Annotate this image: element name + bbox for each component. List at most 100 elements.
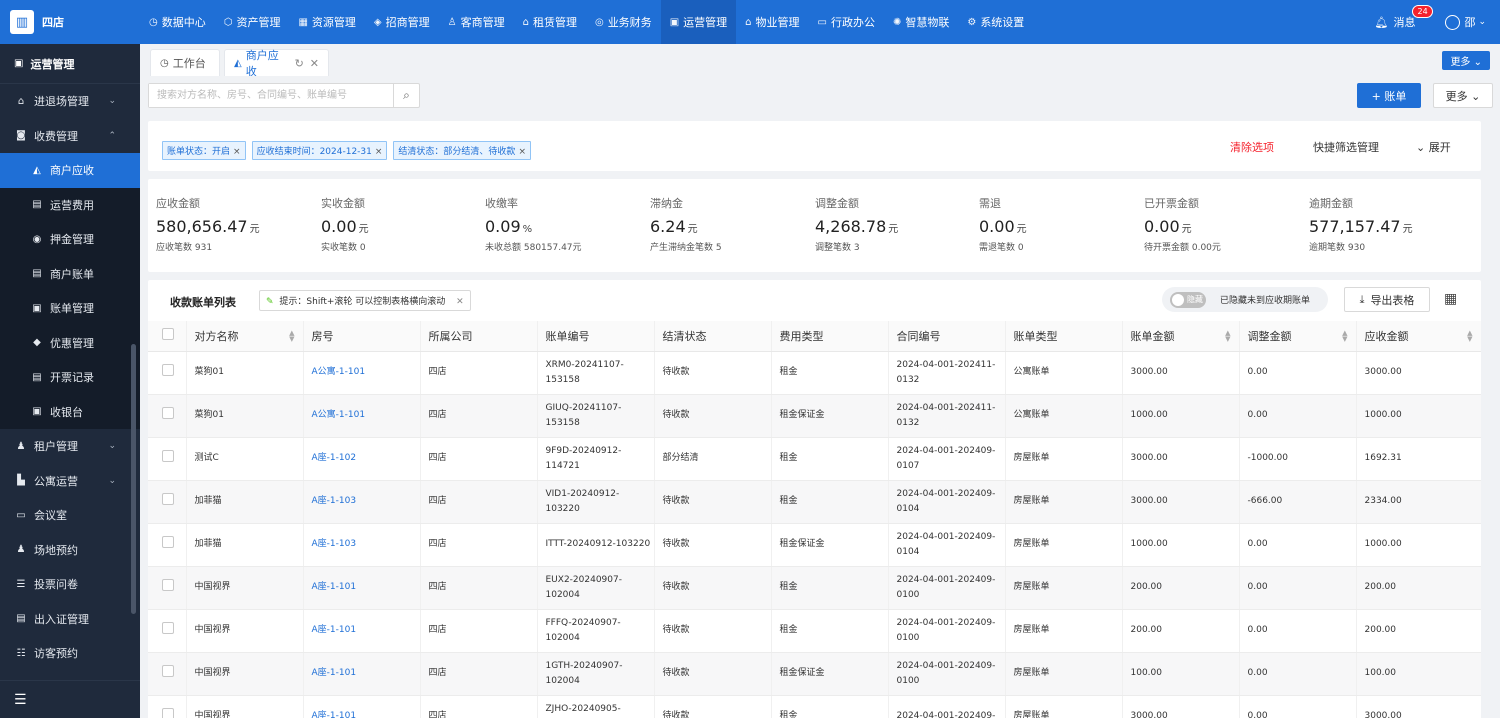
sidebar-item[interactable]: ▤ 开票记录 bbox=[0, 360, 140, 395]
room-link[interactable]: A座-1-101 bbox=[303, 566, 421, 610]
refresh-icon[interactable]: ↻ bbox=[295, 57, 304, 70]
close-icon[interactable]: × bbox=[518, 147, 526, 157]
sidebar-item[interactable]: ☰ 投票问卷 bbox=[0, 567, 140, 602]
column-header[interactable]: 账单金额 ▲ ▼ bbox=[1122, 321, 1240, 352]
user-menu[interactable]: 邵 ⌄ bbox=[1445, 14, 1486, 30]
sidebar-scrollbar[interactable] bbox=[131, 344, 136, 614]
sort-icon[interactable]: ▲ ▼ bbox=[1342, 330, 1347, 343]
column-settings-icon[interactable]: ▦ bbox=[1444, 291, 1457, 307]
filter-chip[interactable]: 应收结束时间：2024-12-31 × bbox=[251, 141, 388, 160]
row-checkbox[interactable] bbox=[162, 621, 174, 634]
quick-filter-manage-link[interactable]: 快捷筛选管理 bbox=[1313, 139, 1379, 155]
topnav-item[interactable]: ◈ 招商管理 bbox=[365, 0, 439, 44]
row-checkbox[interactable] bbox=[162, 406, 174, 419]
topnav-item[interactable]: ✺ 智慧物联 bbox=[884, 0, 958, 44]
sort-icon[interactable]: ▲ ▼ bbox=[289, 330, 294, 343]
app-logo[interactable]: ▥ 四店 bbox=[0, 0, 140, 44]
sidebar-item[interactable]: ♟ 租户管理 ⌄ bbox=[0, 429, 140, 464]
topnav-item[interactable]: ⌂ 物业管理 bbox=[736, 0, 808, 44]
topnav-item[interactable]: ▭ 行政办公 bbox=[809, 0, 884, 44]
row-checkbox[interactable] bbox=[162, 363, 174, 376]
room-link[interactable]: A座-1-101 bbox=[303, 652, 421, 696]
close-icon[interactable]: ✕ bbox=[456, 297, 464, 307]
room-link[interactable]: A座-1-101 bbox=[303, 695, 421, 718]
row-checkbox[interactable] bbox=[162, 449, 174, 462]
sidebar-item[interactable]: ▣ 收银台 bbox=[0, 395, 140, 430]
clear-filters-link[interactable]: 清除选项 bbox=[1230, 139, 1274, 155]
column-header[interactable]: 账单类型 bbox=[1005, 321, 1123, 352]
column-header[interactable]: 应收金额 ▲ ▼ bbox=[1356, 321, 1481, 352]
row-checkbox[interactable] bbox=[162, 492, 174, 505]
table-row[interactable]: 菜狗01 A公寓-1-101 四店 XRM0-20241107-153158 待收款 租金… bbox=[148, 351, 1481, 395]
sidebar-item[interactable]: ⌂ 进退场管理 ⌄ bbox=[0, 84, 140, 119]
close-icon[interactable]: × bbox=[233, 147, 241, 157]
topnav-item[interactable]: ▦ 资源管理 bbox=[289, 0, 364, 44]
room-link[interactable]: A座-1-103 bbox=[303, 480, 421, 524]
room-link[interactable]: A座-1-103 bbox=[303, 523, 421, 567]
room-link[interactable]: A座-1-102 bbox=[303, 437, 421, 481]
tabs-more-button[interactable]: 更多 ⌄ bbox=[1442, 51, 1490, 70]
close-icon[interactable]: ✕ bbox=[310, 57, 319, 70]
column-header[interactable]: 对方名称 ▲ ▼ bbox=[186, 321, 304, 352]
topnav-item[interactable]: ⬡ 资产管理 bbox=[215, 0, 290, 44]
sort-icon[interactable]: ▲ ▼ bbox=[1467, 330, 1472, 343]
column-header[interactable]: 账单编号 bbox=[537, 321, 655, 352]
table-row[interactable]: 中国视界A座-1-101四店ZJHO-20240905-143332待收款租金2… bbox=[148, 695, 1481, 718]
filter-chip[interactable]: 结清状态：部分结清、待收款 × bbox=[393, 141, 531, 160]
sidebar-item[interactable]: ◉ 押金管理 bbox=[0, 222, 140, 257]
hide-future-bills-toggle[interactable]: 隐藏 bbox=[1170, 291, 1206, 308]
sidebar-item[interactable]: ♟ 场地预约 bbox=[0, 533, 140, 568]
expand-filters-link[interactable]: ⌄ 展开 bbox=[1416, 139, 1451, 155]
row-checkbox[interactable] bbox=[162, 535, 174, 548]
sidebar-item[interactable]: ◭ 商户应收 bbox=[0, 153, 140, 188]
room-link[interactable]: A公寓-1-101 bbox=[303, 351, 421, 395]
row-checkbox[interactable] bbox=[162, 707, 174, 718]
room-link[interactable]: A公寓-1-101 bbox=[303, 394, 421, 438]
topnav-item[interactable]: ⚙ 系统设置 bbox=[958, 0, 1033, 44]
sidebar-collapse-button[interactable]: ☰ bbox=[0, 680, 140, 718]
table-row[interactable]: 加菲猫 A座-1-103 四店 ITTT-20240912-103220 待收款 租金保证… bbox=[148, 523, 1481, 567]
add-bill-button[interactable]: + 账单 bbox=[1357, 83, 1421, 108]
column-header[interactable]: 调整金额 ▲ ▼ bbox=[1239, 321, 1357, 352]
sidebar-item[interactable]: ▤ 运营费用 bbox=[0, 188, 140, 223]
column-header[interactable]: 合同编号 bbox=[888, 321, 1006, 352]
row-checkbox[interactable] bbox=[162, 664, 174, 677]
tab-workbench[interactable]: ◷ 工作台 bbox=[150, 49, 220, 76]
topnav-item[interactable]: ⌂ 租赁管理 bbox=[514, 0, 586, 44]
more-actions-button[interactable]: 更多 ⌄ bbox=[1433, 83, 1493, 108]
table-cell: ITTT-20240912-103220 bbox=[537, 523, 655, 567]
sidebar-item[interactable]: ◆ 优惠管理 bbox=[0, 326, 140, 361]
sidebar-item[interactable]: ▣ 账单管理 bbox=[0, 291, 140, 326]
sidebar-item[interactable]: ▤ 商户账单 bbox=[0, 257, 140, 292]
sidebar-item[interactable]: ☷ 访客预约 bbox=[0, 636, 140, 671]
column-header[interactable]: 房号 bbox=[303, 321, 421, 352]
sort-icon[interactable]: ▲ ▼ bbox=[1225, 330, 1230, 343]
close-icon[interactable]: × bbox=[375, 147, 383, 157]
tab-merchant-receivable[interactable]: ◭ 商户应收 ↻ ✕ bbox=[224, 49, 329, 78]
topnav-item[interactable]: ◷ 数据中心 bbox=[140, 0, 215, 44]
row-checkbox[interactable] bbox=[162, 578, 174, 591]
column-header[interactable]: 所属公司 bbox=[420, 321, 538, 352]
filter-chip[interactable]: 账单状态：开启 × bbox=[162, 141, 246, 160]
table-row[interactable]: 加菲猫 A座-1-103 四店 VID1-20240912-103220 待收款 租金 20… bbox=[148, 480, 1481, 524]
topnav-item[interactable]: ♙ 客商管理 bbox=[439, 0, 514, 44]
messages-button[interactable]: 🔔︎ 消息 24 bbox=[1374, 5, 1433, 30]
table-row[interactable]: 菜狗01 A公寓-1-101 四店 GIUQ-20241107-153158 待收款 租金… bbox=[148, 394, 1481, 438]
table-row[interactable]: 中国视界 A座-1-101 四店 EUX2-20240907-102004 待收款 租金 2… bbox=[148, 566, 1481, 610]
column-header[interactable]: 结清状态 bbox=[654, 321, 772, 352]
search-input[interactable] bbox=[149, 84, 393, 107]
search-icon[interactable]: ⌕ bbox=[393, 84, 419, 107]
sidebar-item[interactable]: ▤ 出入证管理 bbox=[0, 602, 140, 637]
table-row[interactable]: 中国视界 A座-1-101 四店 FFFQ-20240907-102004 待收款 租金 2… bbox=[148, 609, 1481, 653]
topnav-item[interactable]: ◎ 业务财务 bbox=[586, 0, 661, 44]
topnav-item[interactable]: ▣ 运营管理 bbox=[660, 0, 737, 44]
select-all-checkbox[interactable] bbox=[162, 328, 174, 341]
sidebar-item[interactable]: ◙ 收费管理 ⌃ bbox=[0, 119, 140, 154]
column-header[interactable]: 费用类型 bbox=[771, 321, 889, 352]
room-link[interactable]: A座-1-101 bbox=[303, 609, 421, 653]
table-row[interactable]: 测试C A座-1-102 四店 9F9D-20240912-114721 部分结清 租金 2… bbox=[148, 437, 1481, 481]
export-table-button[interactable]: ⤓ 导出表格 bbox=[1344, 287, 1430, 312]
table-row[interactable]: 中国视界 A座-1-101 四店 1GTH-20240907-102004 待收款 租金保… bbox=[148, 652, 1481, 696]
sidebar-item[interactable]: ▙ 公寓运营 ⌄ bbox=[0, 464, 140, 499]
sidebar-item[interactable]: ▭ 会议室 bbox=[0, 498, 140, 533]
